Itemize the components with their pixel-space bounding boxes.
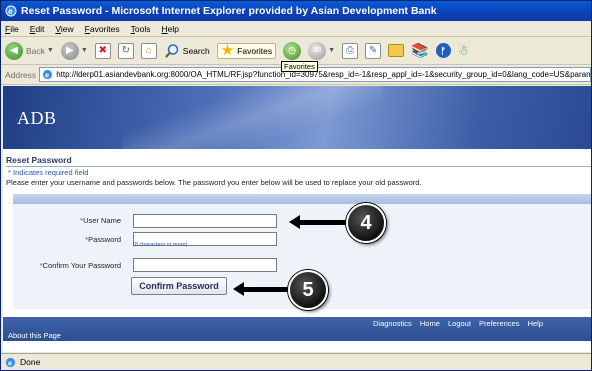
browser-window: e Reset Password - Microsoft Internet Ex…	[0, 0, 592, 371]
page-content: ADB Reset Password * Indicates required …	[3, 86, 591, 352]
research-button[interactable]: 📚	[411, 42, 428, 59]
edit-button[interactable]: ✎	[365, 42, 382, 59]
edit-page-icon: ✎	[365, 42, 382, 59]
folder-icon	[388, 44, 405, 57]
internet-explorer-icon: e	[5, 5, 17, 17]
star-icon: ★	[220, 41, 235, 59]
page-footer: Diagnostics Home Logout Preferences Help…	[3, 317, 591, 341]
back-label: Back	[26, 45, 45, 56]
home-button[interactable]: ⌂	[140, 42, 157, 59]
confirm-password-label: *Confirm Your Password	[39, 261, 121, 270]
footer-link-logout[interactable]: Logout	[448, 319, 471, 328]
password-label: *Password	[85, 235, 121, 244]
back-arrow-icon: ◀	[5, 41, 23, 60]
mail-icon: ✉	[308, 41, 327, 60]
history-button[interactable]: ◷	[283, 41, 302, 60]
status-text: Done	[20, 357, 41, 367]
print-icon: ⎙	[342, 42, 359, 59]
address-url: http://lderp01.asiandevbank.org:8000/OA_…	[56, 70, 591, 79]
search-label: Search	[182, 45, 210, 56]
search-icon	[164, 43, 179, 58]
stop-icon: ✖	[94, 42, 111, 59]
confirm-password-button[interactable]: Confirm Password	[131, 277, 227, 295]
form-header-bar	[13, 194, 591, 204]
callout-arrow-4	[289, 215, 348, 229]
footer-links: Diagnostics Home Logout Preferences Help	[367, 319, 543, 328]
folder-button[interactable]	[388, 44, 405, 57]
instructions-text: Please enter your username and passwords…	[6, 178, 422, 187]
page-banner: ADB	[3, 86, 591, 149]
menu-edit[interactable]: Edit	[30, 24, 45, 34]
refresh-icon: ↻	[117, 42, 134, 59]
search-button[interactable]: Search	[164, 43, 210, 59]
window-title: Reset Password - Microsoft Internet Expl…	[21, 5, 437, 17]
menu-favorites[interactable]: Favorites	[85, 24, 120, 34]
chevron-down-icon[interactable]: ▼	[81, 47, 88, 54]
password-hint: (8 characters or more)	[133, 242, 188, 248]
footer-link-diagnostics[interactable]: Diagnostics	[373, 319, 412, 328]
username-label: *User Name	[80, 216, 121, 225]
footer-link-home[interactable]: Home	[420, 319, 440, 328]
page-icon: e	[43, 69, 53, 79]
back-button[interactable]: ◀ Back ▼	[5, 41, 54, 60]
footer-link-preferences[interactable]: Preferences	[479, 319, 519, 328]
mail-button[interactable]: ✉ ▼	[308, 41, 335, 60]
research-icon: 📚	[411, 42, 429, 58]
page-title: Reset Password	[6, 155, 591, 167]
svg-text:e: e	[8, 358, 12, 367]
favorites-label: Favorites	[237, 45, 273, 56]
history-icon: ◷	[283, 41, 302, 60]
print-button[interactable]: ⎙	[342, 42, 359, 59]
adb-logo: ADB	[17, 108, 57, 128]
about-this-page-link[interactable]: About this Page	[8, 331, 61, 340]
footer-link-help[interactable]: Help	[528, 319, 543, 328]
status-bar: e Done	[1, 353, 591, 370]
favorites-tooltip: Favorites	[281, 61, 318, 72]
username-input[interactable]	[133, 214, 277, 228]
menu-view[interactable]: View	[55, 24, 73, 34]
menu-bar: File Edit View Favorites Tools Help	[1, 21, 591, 37]
callout-badge-5: 5	[288, 270, 328, 310]
chevron-down-icon[interactable]: ▼	[47, 47, 54, 54]
svg-text:e: e	[45, 70, 49, 79]
menu-help[interactable]: Help	[161, 24, 178, 34]
confirm-password-input[interactable]	[133, 258, 277, 272]
required-note: * Indicates required field	[8, 168, 89, 177]
callout-arrow-5	[233, 282, 290, 296]
callout-badge-4: 4	[346, 203, 386, 243]
bluetooth-button[interactable]: ᚠ	[435, 43, 451, 58]
messenger-button[interactable]: ☃	[458, 43, 470, 59]
menu-file[interactable]: File	[5, 24, 19, 34]
favorites-button[interactable]: ★ Favorites	[216, 41, 277, 59]
forward-button[interactable]: ▶ ▼	[60, 41, 88, 60]
home-icon: ⌂	[140, 42, 157, 59]
address-label: Address	[5, 69, 37, 80]
svg-text:e: e	[8, 7, 13, 16]
stop-button[interactable]: ✖	[94, 42, 111, 59]
page-icon: e	[5, 357, 16, 367]
chevron-down-icon[interactable]: ▼	[328, 47, 335, 54]
forward-arrow-icon: ▶	[60, 41, 79, 60]
refresh-button[interactable]: ↻	[117, 42, 134, 59]
menu-tools[interactable]: Tools	[131, 24, 151, 34]
bluetooth-icon: ᚠ	[435, 43, 451, 58]
messenger-icon: ☃	[457, 42, 470, 58]
title-bar: e Reset Password - Microsoft Internet Ex…	[1, 1, 591, 21]
